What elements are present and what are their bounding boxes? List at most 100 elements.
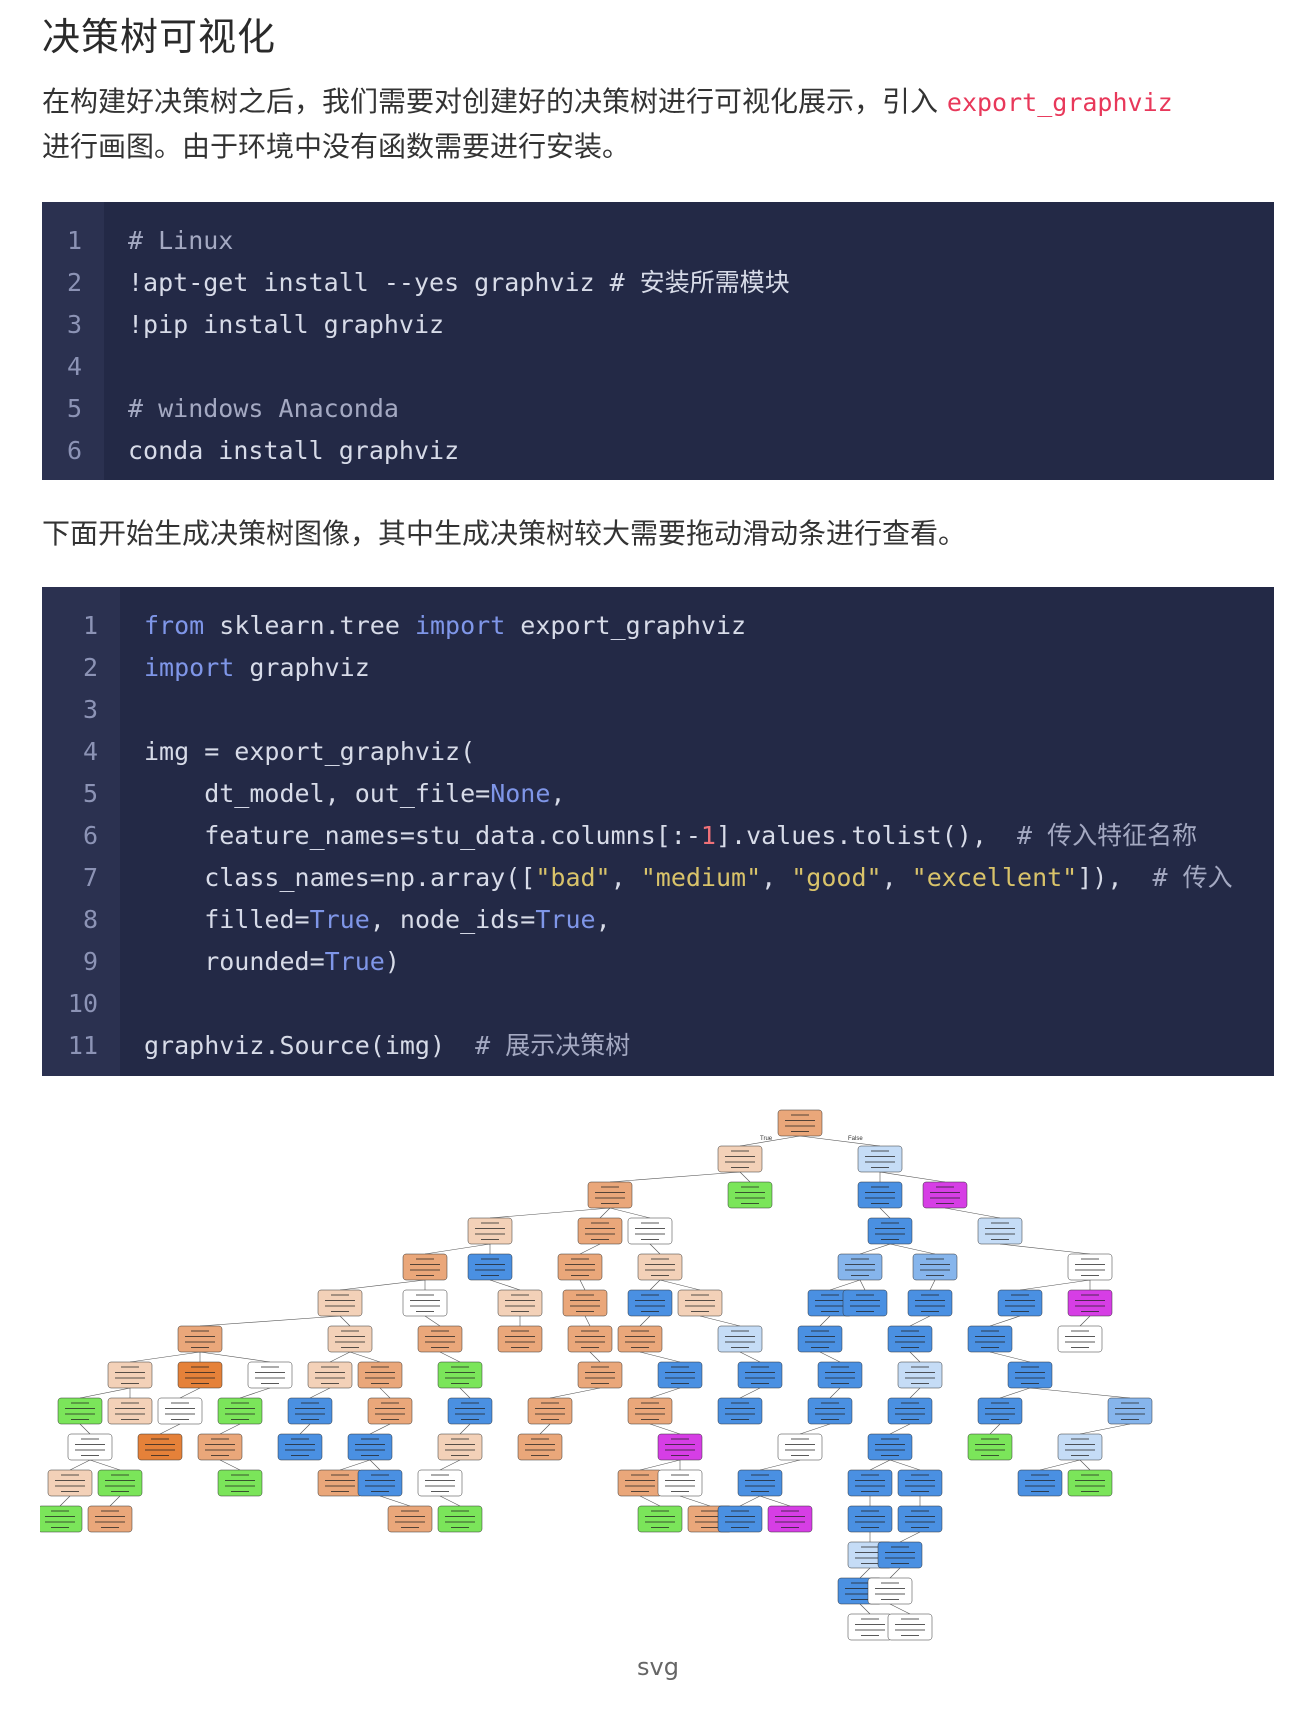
tree-edge: [649, 1279, 661, 1291]
tree-node: [557, 1253, 603, 1281]
line-number: 4: [82, 737, 98, 766]
tree-node: [1067, 1469, 1113, 1497]
tree-edge: [639, 1351, 681, 1363]
tree-node: [527, 1397, 573, 1425]
tree-node: [517, 1433, 563, 1461]
tree-edge: [739, 1387, 761, 1399]
tree-node: [897, 1505, 943, 1533]
tree-edge: [1079, 1423, 1131, 1435]
tree-node: [177, 1325, 223, 1353]
tree-node: [617, 1325, 663, 1353]
decision-tree-image: True False: [40, 1109, 1153, 1641]
tree-edge: [369, 1423, 391, 1435]
tree-node: [307, 1361, 353, 1389]
tree-edge: [999, 1387, 1031, 1399]
line-number: 2: [66, 268, 82, 297]
tree-edge: [1029, 1387, 1131, 1399]
intro-text-after: 进行画图。由于环境中没有函数需要进行安装。: [42, 130, 631, 163]
tree-node: [1007, 1361, 1053, 1389]
tree-edge: [369, 1459, 381, 1471]
tree-edge: [199, 1315, 341, 1327]
tree-edge: [679, 1495, 711, 1507]
tree-edge: [889, 1459, 921, 1471]
code-lines: # Linux !apt-get install --yes graphviz …: [128, 220, 790, 472]
tree-edge: [579, 1243, 601, 1255]
tree-edge: [879, 1171, 946, 1183]
tree-edge: [489, 1207, 611, 1219]
code-line: img = export_graphviz(: [144, 737, 476, 766]
tree-edge: [889, 1423, 911, 1435]
tree-node: [402, 1253, 448, 1281]
tree-edge: [579, 1279, 586, 1291]
tree-edge: [79, 1423, 91, 1435]
paragraph-2: 下面开始生成决策树图像，其中生成决策树较大需要拖动滑动条进行查看。: [42, 517, 967, 550]
tree-node: [922, 1181, 968, 1209]
tree-node: [567, 1325, 613, 1353]
tree-edge: [899, 1531, 921, 1543]
tree-node: [87, 1505, 133, 1533]
tree-node: [797, 1325, 843, 1353]
tree-edge: [989, 1351, 1031, 1363]
tree-node: [347, 1433, 393, 1461]
tree-node: [447, 1397, 493, 1425]
tree-node: [1057, 1325, 1103, 1353]
tree-edge: [339, 1315, 351, 1327]
tree-node: [107, 1361, 153, 1389]
tree-edge: [589, 1351, 601, 1363]
code-block-install[interactable]: 1 2 3 4 5 6 # Linux !apt-get install --y…: [42, 202, 1274, 480]
tree-node: [577, 1217, 623, 1245]
tree-edge: [309, 1387, 331, 1399]
tree-edge: [989, 1315, 1021, 1327]
tree-edge: [759, 1495, 791, 1507]
tree-edge: [239, 1387, 271, 1399]
tree-node: [727, 1181, 773, 1209]
tree-edge: [639, 1315, 651, 1327]
tree-node: [97, 1469, 143, 1497]
tree-edge: [129, 1351, 201, 1363]
tree-node: [217, 1397, 263, 1425]
tree-edge: [424, 1243, 491, 1255]
tree-edge: [909, 1315, 931, 1327]
inline-code-export-graphviz: export_graphviz: [946, 88, 1173, 117]
tree-node: [997, 1289, 1043, 1317]
tree-edge: [459, 1387, 471, 1399]
tree-node: [177, 1361, 223, 1389]
tree-edge: [929, 1279, 936, 1291]
tree-node: [287, 1397, 333, 1425]
tree-node: [717, 1397, 763, 1425]
tree-node: [1067, 1253, 1113, 1281]
tree-edge: [329, 1351, 351, 1363]
line-number: 9: [82, 947, 98, 976]
line-number: 2: [82, 653, 98, 682]
code-line: feature_names=stu_data.columns[:-1].valu…: [144, 821, 1198, 850]
tree-edge: [869, 1459, 891, 1471]
tree-node: [817, 1361, 863, 1389]
tree-node: [887, 1325, 933, 1353]
tree-node: [887, 1397, 933, 1425]
tree-node: [1107, 1397, 1153, 1425]
line-number: 8: [82, 905, 98, 934]
line-number: 4: [66, 352, 82, 381]
tree-edge: [424, 1315, 441, 1327]
tree-edge: [299, 1423, 311, 1435]
tree-node: [317, 1469, 363, 1497]
tree-node: [587, 1181, 633, 1209]
tree-edge: [199, 1351, 271, 1363]
tree-node: [137, 1433, 183, 1461]
tree-node: [627, 1217, 673, 1245]
tree-node: [107, 1397, 153, 1425]
tree-node: [577, 1361, 623, 1389]
code-line: !pip install graphviz: [128, 310, 445, 339]
tree-edge: [999, 1243, 1091, 1255]
tree-node: [317, 1289, 363, 1317]
code-line: conda install graphviz: [128, 436, 460, 465]
code-lines: from sklearn.tree import export_graphviz…: [144, 605, 1233, 1067]
line-number: 5: [66, 394, 82, 423]
tree-edge: [219, 1459, 241, 1471]
page-title: 决策树可视化: [42, 15, 277, 59]
tree-node: [912, 1253, 958, 1281]
tree-edge: [339, 1459, 371, 1471]
tree-edge: [859, 1567, 871, 1579]
tree-edge: [159, 1423, 181, 1435]
code-block-graphviz[interactable]: 1 2 3 4 5 6 7 8 9 10 11 from sklearn.tre…: [42, 587, 1274, 1076]
